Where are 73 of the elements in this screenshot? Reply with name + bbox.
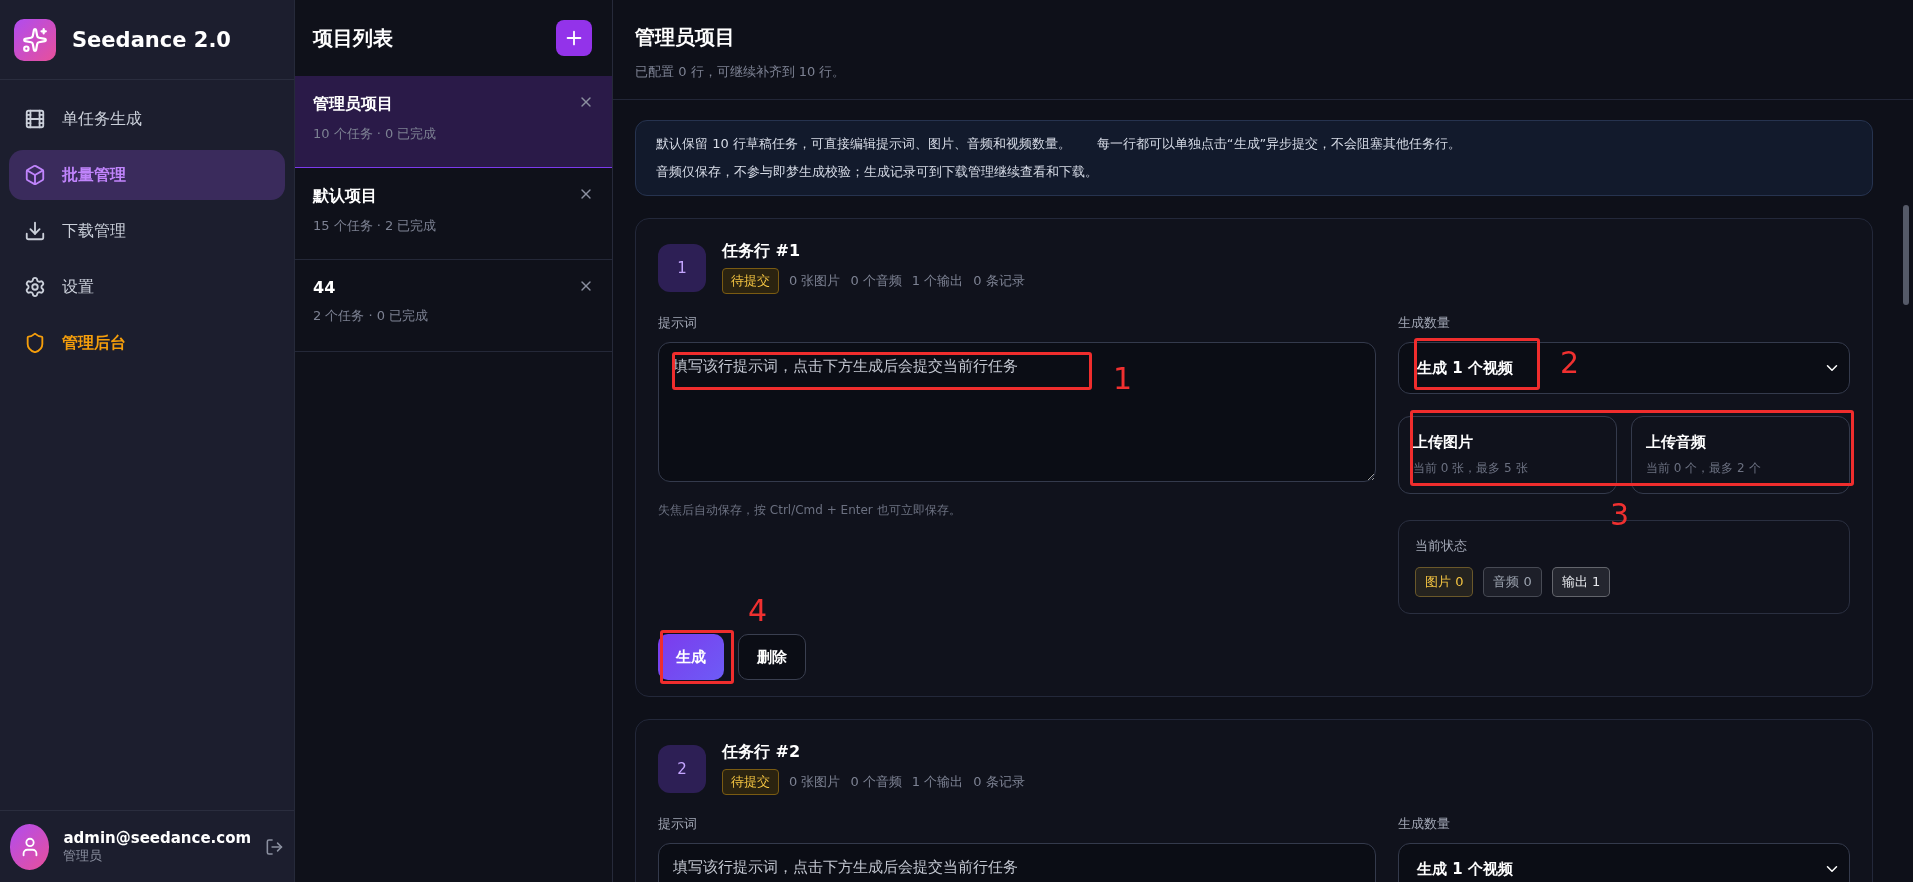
row-stat: 0 个音频 <box>850 272 902 290</box>
row-title: 任务行 #2 <box>722 742 802 763</box>
nav-item[interactable]: 设置 <box>9 262 285 312</box>
nav-label: 单任务生成 <box>62 108 142 130</box>
row-number: 2 <box>658 744 706 793</box>
scrollbar-thumb[interactable] <box>1903 205 1909 305</box>
project-meta: 15 个任务 · 2 已完成 <box>313 217 437 235</box>
row-stat: 0 个音频 <box>850 773 902 791</box>
field-label: 生成数量 <box>1398 314 1451 332</box>
field-label: 生成数量 <box>1398 815 1451 833</box>
delete-button[interactable]: 删除 <box>738 634 806 680</box>
count-select[interactable]: 生成 1 个视频 <box>1398 843 1850 882</box>
notice-text: 默认保留 10 行草稿任务，可直接编辑提示词、图片、音频和视频数量。 每一行都可以单独点击“生成”异步提交，不会阻塞其他任务行。 <box>656 135 1463 153</box>
project-meta: 10 个任务 · 0 已完成 <box>313 125 437 143</box>
row-title: 任务行 #1 <box>722 241 802 262</box>
field-label: 提示词 <box>658 815 698 833</box>
row-stat: 1 个输出 <box>911 773 964 791</box>
project-name: 管理员项目 <box>313 94 394 115</box>
nav-label: 管理后台 <box>62 332 126 354</box>
upload-title: 上传音频 <box>1646 433 1707 452</box>
project-item[interactable]: 管理员项目 10 个任务 · 0 已完成 <box>295 76 612 168</box>
hint-text: 失焦后自动保存，按 Ctrl/Cmd + Enter 也可立即保存。 <box>658 502 962 519</box>
status-chip: 输出 1 <box>1551 567 1611 597</box>
page-title: 管理员项目 <box>635 24 736 51</box>
nav-item[interactable]: 单任务生成 <box>9 94 285 144</box>
panel-title: 项目列表 <box>313 24 393 52</box>
annotation-number: 4 <box>748 596 768 626</box>
row-stat: 0 条记录 <box>973 272 1025 290</box>
project-item[interactable]: 44 2 个任务 · 0 已完成 <box>295 260 612 352</box>
generate-button[interactable]: 生成 <box>658 634 724 680</box>
user-email: admin@seedance.com <box>63 828 252 847</box>
annotation-number: 3 <box>1610 500 1630 530</box>
prompt-field[interactable]: 填写该行提示词，点击下方生成后会提交当前行任务 <box>658 843 1376 882</box>
project-meta: 2 个任务 · 0 已完成 <box>313 307 429 325</box>
project-name: 44 <box>313 278 337 297</box>
panel-label: 当前状态 <box>1415 537 1468 555</box>
nav-item[interactable]: 下载管理 <box>9 206 285 256</box>
annotation-number: 1 <box>1113 364 1133 394</box>
nav-label: 下载管理 <box>62 220 126 242</box>
cube-icon <box>24 164 46 186</box>
avatar-icon <box>10 823 50 870</box>
shield-icon <box>24 332 46 354</box>
row-stat: 0 条记录 <box>973 773 1025 791</box>
status-chip: 图片 0 <box>1415 567 1474 597</box>
upload-limit: 当前 0 张，最多 5 张 <box>1413 460 1529 477</box>
row-stat: 0 张图片 <box>789 272 841 290</box>
status-chip: 音频 0 <box>1483 567 1542 597</box>
nav-label: 批量管理 <box>62 164 126 186</box>
row-number: 1 <box>658 243 706 292</box>
notice-text: 音频仅保存，不参与即梦生成校验；生成记录可到下载管理继续查看和下载。 <box>656 163 1099 181</box>
film-icon <box>24 108 46 130</box>
upload-limit: 当前 0 个，最多 2 个 <box>1646 460 1762 477</box>
nav-item[interactable]: 批量管理 <box>9 150 285 200</box>
row-stat: 0 张图片 <box>789 773 841 791</box>
settings-icon <box>24 276 46 298</box>
project-name: 默认项目 <box>313 186 378 207</box>
nav-item[interactable]: 管理后台 <box>9 318 285 368</box>
upload-card[interactable]: 上传图片 当前 0 张，最多 5 张 <box>1398 416 1617 494</box>
add-button[interactable] <box>556 20 592 56</box>
status-tag: 待提交 <box>722 769 779 795</box>
row-stat: 1 个输出 <box>911 272 964 290</box>
sparkle-logo-icon <box>14 18 56 61</box>
annotation-number: 2 <box>1560 348 1580 378</box>
user-role: 管理员 <box>63 846 104 865</box>
upload-card[interactable]: 上传音频 当前 0 个，最多 2 个 <box>1631 416 1850 494</box>
download-icon <box>24 220 46 242</box>
nav-label: 设置 <box>62 276 94 298</box>
page-subtitle: 已配置 0 行，可继续补齐到 10 行。 <box>635 63 847 81</box>
status-tag: 待提交 <box>722 268 779 294</box>
project-item[interactable]: 默认项目 15 个任务 · 2 已完成 <box>295 168 612 260</box>
field-label: 提示词 <box>658 314 698 332</box>
upload-title: 上传图片 <box>1413 433 1474 452</box>
app-name: Seedance 2.0 <box>72 27 231 52</box>
